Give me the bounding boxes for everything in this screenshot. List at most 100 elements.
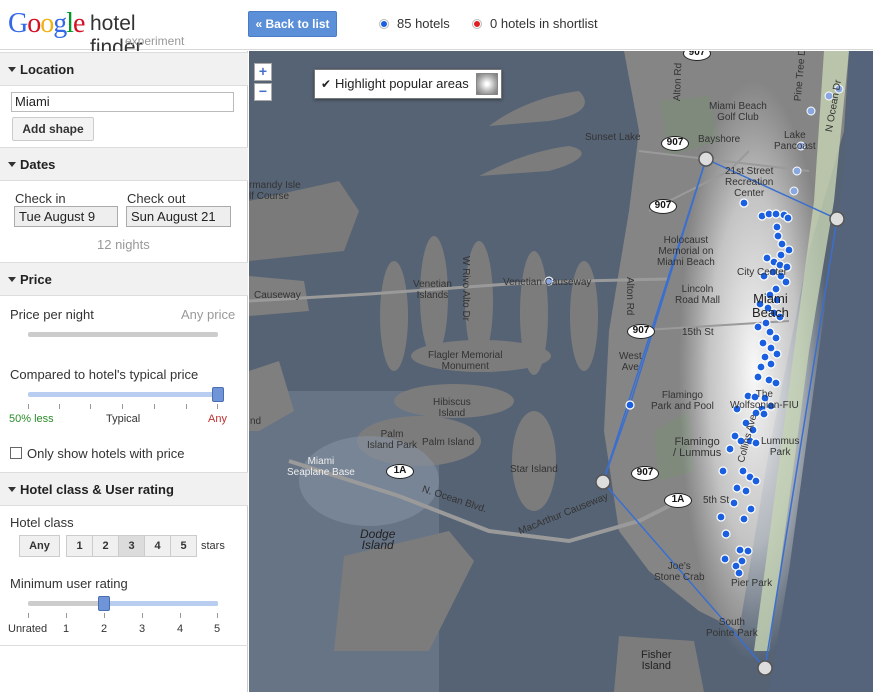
polygon-vertex-handle[interactable] <box>757 660 773 676</box>
price-per-night-slider[interactable] <box>28 332 218 337</box>
only-with-price-label[interactable]: Only show hotels with price <box>27 446 185 461</box>
hotel-marker[interactable] <box>716 512 726 522</box>
hotel-marker[interactable] <box>732 483 742 493</box>
hotel-marker[interactable] <box>625 400 635 410</box>
hotel-marker[interactable] <box>743 546 753 556</box>
hotel-marker[interactable] <box>781 277 791 287</box>
map-label-w-rivo-alto: W Rivo Alto Dr <box>460 256 471 322</box>
hotel-marker[interactable] <box>746 504 756 514</box>
map-label-causeway-left: Causeway <box>254 290 301 301</box>
hotel-marker-faded[interactable] <box>789 186 799 196</box>
hotel-marker[interactable] <box>735 545 745 555</box>
hotel-marker[interactable] <box>783 213 793 223</box>
slider-tick <box>122 404 123 409</box>
checkout-date-field[interactable]: Sun August 21 <box>126 206 231 227</box>
hotel-marker[interactable] <box>766 359 776 369</box>
map-label-15th-st: 15th St <box>682 327 714 338</box>
hotel-class-3-button[interactable]: 3 <box>118 535 145 557</box>
hotel-marker-faded[interactable] <box>806 106 816 116</box>
checkin-label: Check in <box>15 191 66 206</box>
map-view[interactable]: + − ✔ Highlight popular areas 907 907 90… <box>249 51 873 692</box>
hotel-marker[interactable] <box>753 322 763 332</box>
location-input[interactable]: Miami <box>11 92 234 112</box>
hotel-marker[interactable] <box>741 486 751 496</box>
hotel-marker[interactable] <box>718 466 728 476</box>
map-label-west-ave: West Ave <box>619 351 642 373</box>
polygon-vertex-handle[interactable] <box>829 211 845 227</box>
hotel-class-2-button[interactable]: 2 <box>92 535 119 557</box>
hotel-marker[interactable] <box>776 250 786 260</box>
hotel-marker[interactable] <box>759 409 769 419</box>
hotel-marker[interactable] <box>751 438 761 448</box>
map-label-bayshore: Bayshore <box>698 134 741 145</box>
map-label-5th-st: 5th St <box>703 495 730 506</box>
route-907-sign: 907 <box>649 199 677 214</box>
slider-tick <box>217 404 218 409</box>
hotel-marker[interactable] <box>721 529 731 539</box>
hotel-class-4-button[interactable]: 4 <box>144 535 171 557</box>
hotel-marker[interactable] <box>725 444 735 454</box>
only-with-price-checkbox[interactable] <box>10 447 22 459</box>
hotel-class-any-button[interactable]: Any <box>19 535 60 557</box>
price-section-header[interactable]: Price <box>0 262 248 296</box>
red-dot-icon <box>473 19 481 28</box>
zoom-in-button[interactable]: + <box>254 63 272 81</box>
hotel-marker[interactable] <box>753 372 763 382</box>
google-hotel-finder-logo[interactable]: Google hotel finder experiment <box>8 8 193 59</box>
price-per-night-value: Any price <box>181 307 236 322</box>
map-label-flamingo-lummus: Flamingo / Lummus <box>673 436 722 459</box>
hotel-marker[interactable] <box>739 198 749 208</box>
collapse-triangle-icon <box>8 277 16 282</box>
island <box>479 146 582 176</box>
add-shape-button[interactable]: Add shape <box>12 117 94 141</box>
map-label-holocaust-memorial: Holocaust Memorial on Miami Beach <box>657 235 715 268</box>
hotel-marker[interactable] <box>760 352 770 362</box>
hotel-marker[interactable] <box>729 498 739 508</box>
dates-section-header[interactable]: Dates <box>0 147 248 181</box>
hotel-marker[interactable] <box>734 568 744 578</box>
hotel-marker[interactable] <box>777 239 787 249</box>
route-907-sign: 907 <box>631 466 659 481</box>
hotel-marker[interactable] <box>756 362 766 372</box>
highlight-popular-areas-toggle[interactable]: ✔ Highlight popular areas <box>314 69 502 99</box>
compared-price-label: Compared to hotel's typical price <box>10 367 199 382</box>
back-to-list-button[interactable]: « Back to list <box>248 11 337 37</box>
slider-tick <box>104 613 105 618</box>
hotel-marker[interactable] <box>773 231 783 241</box>
hotel-marker[interactable] <box>784 245 794 255</box>
hotel-marker[interactable] <box>771 333 781 343</box>
rating-section-header[interactable]: Hotel class & User rating <box>0 472 248 506</box>
hotel-marker[interactable] <box>738 466 748 476</box>
island <box>380 261 408 371</box>
hotel-marker[interactable] <box>772 349 782 359</box>
hotel-class-5-button[interactable]: 5 <box>170 535 197 557</box>
polygon-vertex-handle[interactable] <box>595 474 611 490</box>
slider-tick <box>186 404 187 409</box>
route-1a-sign: 1A <box>664 493 692 508</box>
hotel-marker[interactable] <box>758 338 768 348</box>
price-title: Price <box>20 272 52 287</box>
hotel-marker[interactable] <box>751 476 761 486</box>
hotel-marker[interactable] <box>771 209 781 219</box>
checkin-date-field[interactable]: Tue August 9 <box>14 206 118 227</box>
location-section-header[interactable]: Location <box>0 52 248 86</box>
shortlist-count[interactable]: 0 hotels in shortlist <box>473 16 598 31</box>
map-label-joes-stone-crab: Joe's Stone Crab <box>654 561 705 583</box>
hotel-marker[interactable] <box>771 378 781 388</box>
polygon-vertex-handle[interactable] <box>698 151 714 167</box>
map-label-left-nd: nd <box>250 416 262 427</box>
compared-price-slider-handle[interactable] <box>212 387 224 402</box>
hotel-marker[interactable] <box>720 554 730 564</box>
shortlist-count-label: 0 hotels in shortlist <box>490 16 598 31</box>
zoom-out-button[interactable]: − <box>254 83 272 101</box>
hotel-class-1-button[interactable]: 1 <box>66 535 93 557</box>
slider-tick <box>180 613 181 618</box>
hotel-marker-faded[interactable] <box>792 166 802 176</box>
hotel-marker[interactable] <box>761 318 771 328</box>
route-1a-sign: 1A <box>386 464 414 479</box>
min-rating-slider-handle[interactable] <box>98 596 110 611</box>
map-label-golf-club: Miami Beach Golf Club <box>709 101 767 123</box>
hotel-marker[interactable] <box>739 514 749 524</box>
hotel-marker[interactable] <box>772 222 782 232</box>
compared-price-slider[interactable] <box>28 392 218 397</box>
